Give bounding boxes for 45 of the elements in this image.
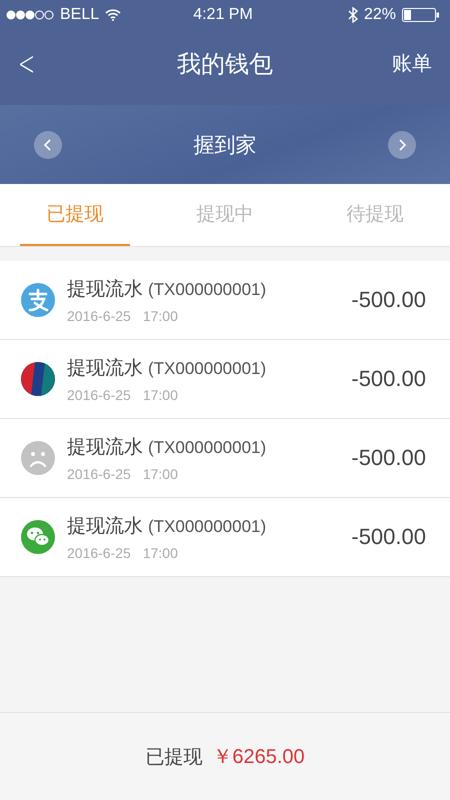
transaction-time: 17:00 — [142, 387, 178, 403]
transaction-title: 提现流水 — [67, 515, 143, 539]
chevron-left-icon — [43, 138, 53, 152]
carrier-name: BELL — [60, 6, 100, 24]
transaction-date: 2016-6-25 — [67, 308, 131, 324]
transaction-date: 2016-6-25 — [67, 466, 131, 482]
transaction-code: (TX000000001) — [148, 438, 266, 458]
chevron-right-icon — [397, 138, 407, 152]
sad-face-icon — [21, 441, 55, 475]
transaction-amount: -500.00 — [351, 445, 426, 471]
transaction-title: 提现流水 — [67, 278, 143, 302]
transaction-row[interactable]: 提现流水 (TX000000001) 2016-6-25 17:00 -500.00 — [0, 261, 450, 340]
previous-button[interactable] — [34, 130, 62, 158]
store-name: 握到家 — [194, 132, 256, 158]
transaction-code: (TX000000001) — [148, 517, 266, 537]
transaction-amount: -500.00 — [351, 287, 426, 313]
battery-percent: 22% — [364, 6, 396, 24]
chat-bubbles-icon — [21, 520, 55, 554]
transaction-amount: -500.00 — [351, 366, 426, 392]
transaction-title: 提现流水 — [67, 357, 143, 381]
transaction-date: 2016-6-25 — [67, 545, 131, 561]
transaction-time: 17:00 — [142, 308, 178, 324]
card-icon — [21, 362, 55, 396]
transaction-title: 提现流水 — [67, 436, 143, 460]
transaction-row[interactable]: 提现流水 (TX000000001) 2016-6-25 17:00 -500.00 — [0, 340, 450, 419]
summary-label: 已提现 — [145, 746, 202, 770]
next-button[interactable] — [388, 130, 416, 158]
summary-total: ￥6265.00 — [212, 745, 305, 770]
transaction-amount: -500.00 — [351, 524, 426, 550]
transaction-time: 17:00 — [142, 466, 178, 482]
wifi-icon — [105, 9, 122, 21]
transaction-code: (TX000000001) — [148, 359, 266, 379]
page-title: 我的钱包 — [177, 50, 273, 80]
signal-icon — [6, 10, 54, 20]
transaction-date: 2016-6-25 — [67, 387, 131, 403]
battery-icon — [402, 8, 440, 22]
transaction-row[interactable]: 提现流水 (TX000000001) 2016-6-25 17:00 -500.00 — [0, 419, 450, 498]
transaction-row[interactable]: 提现流水 (TX000000001) 2016-6-25 17:00 -500.00 — [0, 498, 450, 577]
bluetooth-icon — [348, 7, 358, 23]
bill-button[interactable]: 账单 — [372, 50, 432, 77]
back-button[interactable]: < — [18, 44, 54, 84]
payment-icon — [21, 283, 55, 317]
transaction-code: (TX000000001) — [148, 280, 266, 300]
clock: 4:21 PM — [193, 6, 253, 24]
transaction-time: 17:00 — [142, 545, 178, 561]
